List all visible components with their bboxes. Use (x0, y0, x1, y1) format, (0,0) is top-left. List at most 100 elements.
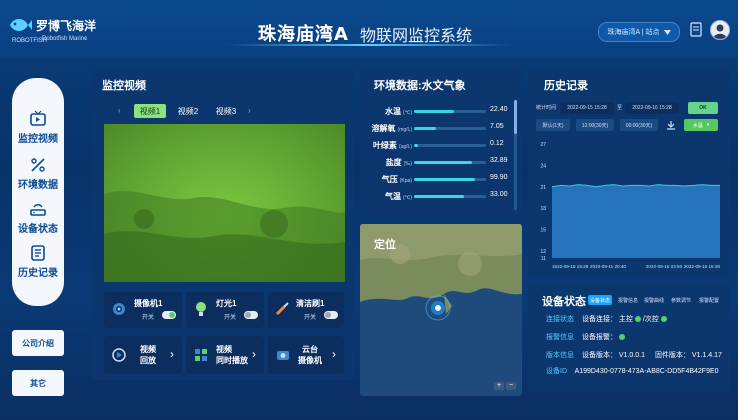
device-id-value: A199D430-0778-473A-AB8C-DD5F4B42F9E0 (574, 368, 719, 375)
y-tick-label: 11 (541, 256, 546, 262)
metric-select[interactable]: 水温 ▾ (684, 119, 718, 131)
tab-device-status[interactable]: 设备状态 (588, 295, 612, 305)
tab-alarm-curve[interactable]: 报警曲线 (642, 295, 666, 305)
y-tick-label: 27 (540, 142, 546, 148)
env-label: 盐度 (‰) (385, 158, 412, 167)
control-name: 灯光1 (216, 299, 237, 308)
video-feed[interactable] (104, 124, 345, 282)
history-chart: 27 24 21 18 15 12 11 1522-09-15 15:28 2022-09-11… (530, 138, 726, 274)
nav-item-video[interactable]: 监控视频 (12, 110, 64, 145)
router-icon (30, 204, 46, 216)
env-label: 水温 (℃) (385, 107, 412, 116)
control-name: 摄像机1 (134, 299, 163, 308)
camera-switch[interactable] (162, 311, 176, 319)
start-date-input[interactable]: 2022-09-15 15:28 (560, 102, 614, 114)
ok-button[interactable]: OK (688, 102, 718, 114)
status-text: 设备版本： V1.0.0.1 (581, 352, 645, 359)
range-00-30day-button[interactable]: 00:00(30天) (620, 119, 658, 131)
map-panel[interactable]: 定位 + − (360, 224, 522, 396)
tab-alarm-info[interactable]: 报警信息 (616, 295, 640, 305)
action-label: 摄像机 (298, 356, 322, 365)
video-playback-button[interactable]: 视频 回放 › (104, 336, 182, 374)
env-unit: (‰) (403, 161, 412, 167)
chevron-right-icon: › (332, 347, 336, 361)
brand: 罗博飞海洋 (8, 14, 96, 36)
env-row: 叶绿素 (ug/L) 0.12 (362, 138, 512, 152)
history-chart-svg: 27 24 21 18 15 1211 1522-09-15 15:28 2022-09-11… (540, 142, 721, 269)
tab-video-2[interactable]: 视频2 (172, 104, 204, 118)
env-unit: (Kpa) (399, 178, 412, 184)
x-tick-label: 2022-09-16 15:28 (684, 264, 721, 269)
action-label: 视频 (140, 345, 156, 354)
company-intro-button[interactable]: 公司介绍 (12, 330, 64, 356)
chevron-left-icon[interactable]: ‹ (118, 106, 121, 115)
env-scrollbar[interactable] (514, 100, 517, 210)
control-state: 开关 (142, 315, 155, 321)
playback-icon (112, 348, 126, 362)
env-unit: (mg/L) (397, 127, 412, 133)
action-label: 视频 (216, 345, 232, 354)
env-value: 0.12 (490, 140, 504, 147)
ok-dot-icon (634, 316, 641, 323)
chevron-right-icon: › (170, 347, 174, 361)
action-label: 同时播放 (216, 356, 248, 365)
nav-item-env[interactable]: 环境数据 (12, 156, 64, 191)
nav-item-history[interactable]: 历史记录 (12, 244, 64, 279)
status-text: 设备连接： 主控 (581, 316, 633, 323)
env-bar (414, 195, 486, 198)
download-icon[interactable] (666, 120, 676, 130)
control-state: 开关 (224, 315, 237, 321)
underwater-scene (104, 191, 345, 282)
nav-item-label: 监控视频 (18, 134, 58, 145)
range-label: 统计时间 (536, 105, 557, 111)
nav-item-label: 历史记录 (18, 268, 58, 279)
x-tick-label: 2022-09-16 03:50 (646, 264, 683, 269)
status-key: 报警信息 (546, 334, 574, 341)
brush-switch[interactable] (324, 311, 338, 319)
range-to-label: 至 (617, 105, 623, 111)
status-line-device-id: 设备ID A199D430-0778-473A-AB8C-DD5F4B42F9E… (546, 366, 719, 376)
env-unit: (ug/L) (398, 144, 412, 150)
env-label: 气压 (Kpa) (381, 175, 412, 184)
env-label: 叶绿素 (ug/L) (372, 141, 412, 150)
tab-alarm-config[interactable]: 报警配置 (696, 295, 722, 305)
user-icon (713, 24, 727, 39)
history-panel-title: 历史记录 (544, 80, 588, 92)
control-name: 清洁刷1 (296, 299, 325, 308)
env-rows: 水温 (℃) 22.40 溶解氧 (mg/L) 7.05 叶绿素 (ug/L) 0.12 盐度 (‰… (362, 104, 522, 214)
light-switch[interactable] (244, 311, 258, 319)
status-line-alarm: 报警信息 设备报警： (546, 332, 625, 342)
tab-param-adjust[interactable]: 参数调节 (668, 295, 694, 305)
site-selector[interactable]: 珠海庙湾A | 站点 (598, 22, 680, 42)
video-simultaneous-button[interactable]: 视频 同时播放 › (186, 336, 264, 374)
ptz-camera-button[interactable]: 云台 摄像机 › (268, 336, 344, 374)
user-avatar[interactable] (710, 20, 730, 40)
map-title: 定位 (374, 239, 396, 251)
tv-icon (30, 110, 46, 126)
other-button[interactable]: 其它 (12, 370, 64, 396)
env-value: 22.40 (490, 106, 508, 113)
zoom-out-button[interactable]: − (506, 382, 516, 390)
tab-video-1[interactable]: 视频1 (134, 104, 166, 118)
device-panel-title: 设备状态 (542, 296, 586, 308)
ok-dot-icon (618, 334, 625, 341)
nav-item-device[interactable]: 设备状态 (12, 200, 64, 235)
zoom-in-button[interactable]: + (494, 382, 504, 390)
title-underline (226, 44, 512, 46)
status-line-connection: 连接状态 设备连接： 主控 /次控 (546, 314, 667, 324)
env-unit: (℃) (403, 110, 412, 116)
env-row: 溶解氧 (mg/L) 7.05 (362, 121, 512, 135)
nav-item-label: 环境数据 (18, 180, 58, 191)
tab-video-3[interactable]: 视频3 (210, 104, 242, 118)
cloud-camera-icon (277, 351, 289, 360)
end-date-input[interactable]: 2022-09-16 15:28 (625, 102, 679, 114)
document-icon[interactable] (690, 22, 702, 37)
range-1day-button[interactable]: 默认(1天) (536, 119, 570, 131)
env-label: 溶解氧 (mg/L) (371, 124, 412, 133)
ok-dot-icon (660, 316, 667, 323)
y-tick-label: 15 (540, 228, 546, 234)
range-12-30day-button[interactable]: 12:00(30天) (576, 119, 614, 131)
y-tick-label: 21 (540, 185, 546, 191)
percent-chart-icon (31, 158, 45, 172)
chevron-right-icon[interactable]: › (248, 106, 251, 115)
